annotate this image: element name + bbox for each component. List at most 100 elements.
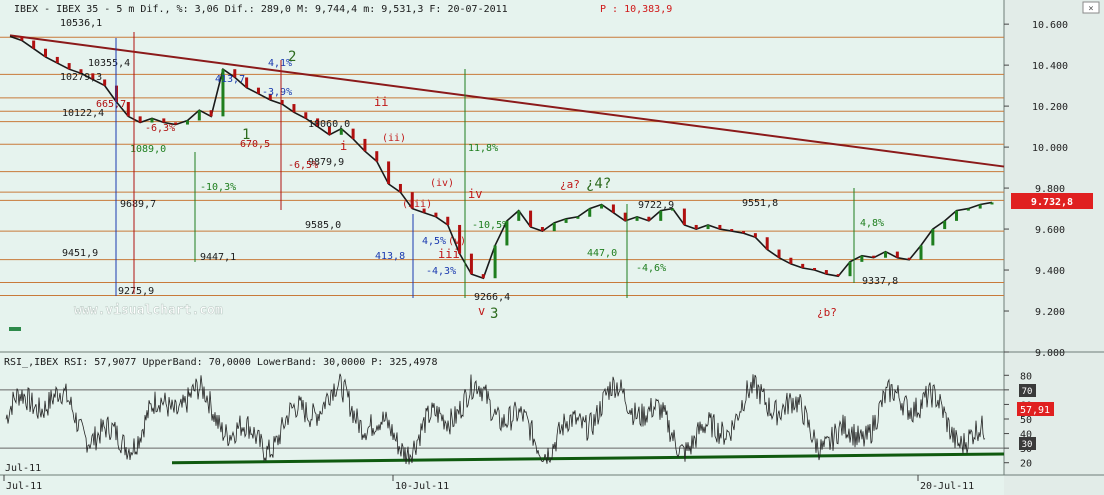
candle-body [209, 110, 213, 117]
candle-body [730, 229, 734, 232]
price-axis-label: 10.400 [1032, 61, 1068, 72]
candle-body [824, 270, 828, 275]
candle-body [813, 267, 817, 271]
candle-body [67, 63, 71, 70]
chart-root: IBEX - IBEX 35 - 5 m Dif., %: 3,06 Dif.:… [0, 0, 1104, 495]
candle-body [588, 208, 592, 217]
candle-body [611, 204, 615, 213]
candle-body [446, 216, 450, 225]
candle-body [907, 257, 911, 260]
candle-body [351, 128, 355, 139]
candle-body [245, 77, 249, 88]
candle-body [103, 79, 107, 86]
candle-body [623, 212, 627, 221]
chart-header-text: IBEX - IBEX 35 - 5 m Dif., %: 3,06 Dif.:… [14, 4, 508, 15]
percent-move-label: -10,5% [472, 220, 508, 231]
percent-move-label: -10,3% [200, 182, 236, 193]
candle-body [600, 204, 604, 209]
candle-body [43, 48, 47, 57]
rsi-time-label: Jul-11 [5, 463, 41, 474]
candle-body [659, 210, 663, 221]
price-axis-label: 9.400 [1035, 266, 1065, 277]
wave-label: iv [468, 187, 482, 201]
price-axis-label: 10.000 [1032, 143, 1068, 154]
percent-move-label: -6,3% [145, 123, 175, 134]
wave-label: ii [374, 95, 388, 109]
wave-label: ¿4? [586, 176, 611, 192]
candle-body [256, 87, 260, 94]
upper-band-label: 70 [1022, 387, 1033, 397]
candle-body [292, 104, 296, 113]
percent-move-label: -6,5% [288, 160, 318, 171]
wave-label: i [340, 139, 347, 153]
candle-body [375, 151, 379, 162]
wave-label: ¿b? [817, 306, 837, 319]
candle-body [884, 251, 888, 258]
rsi-header-text: RSI_,IBEX RSI: 57,9077 UpperBand: 70,000… [4, 357, 437, 368]
candle-body [990, 202, 994, 205]
candle-body [978, 204, 982, 209]
candle-body [966, 208, 970, 211]
candle-body [481, 274, 485, 279]
price-axis-label: 10.200 [1032, 102, 1068, 113]
candle-body [138, 116, 142, 123]
candle-body [682, 208, 686, 225]
candle-body [197, 110, 201, 121]
indicator-marker [9, 327, 21, 331]
candle-body [55, 56, 59, 64]
candle-body [150, 118, 154, 123]
candle-body [363, 138, 367, 152]
move-distance-label: 447,0 [587, 248, 617, 259]
candle-body [919, 245, 923, 260]
candle-body [801, 263, 805, 268]
candle-body [576, 216, 580, 219]
candle-body [635, 216, 639, 221]
candle-body [162, 118, 166, 123]
price-level-label: 10355,4 [88, 58, 130, 69]
candle-body [647, 216, 651, 221]
price-level-label: 10279,3 [60, 72, 102, 83]
percent-move-label: -3,9% [262, 87, 292, 98]
rsi-axis-label: 80 [1020, 371, 1032, 382]
price-axis-label: 9.600 [1035, 225, 1065, 236]
time-axis-label: 10-Jul-11 [395, 481, 449, 492]
candle-body [860, 255, 864, 262]
chart-header-price: P : 10,383,9 [600, 4, 672, 15]
percent-move-label: -4,3% [426, 266, 456, 277]
candle-body [872, 255, 876, 258]
candle-body [398, 183, 402, 193]
move-distance-label: 665,7 [96, 99, 126, 110]
wave-label: v [478, 304, 485, 318]
wave-label: (ii) [382, 133, 406, 144]
candle-body [836, 274, 840, 277]
time-axis-label: 20-Jul-11 [920, 481, 974, 492]
price-level-label: 10536,1 [60, 18, 102, 29]
lower-band-label: 30 [1022, 440, 1033, 450]
wave-label: (v) [448, 236, 466, 247]
rsi-axis-label: 50 [1020, 415, 1032, 426]
candle-body [126, 102, 130, 117]
candle-body [564, 218, 568, 223]
price-axis-label: 9.200 [1035, 307, 1065, 318]
price-level-label: 9266,4 [474, 292, 510, 303]
price-level-label: 10060,0 [308, 119, 350, 130]
price-axis-label: 10.600 [1032, 20, 1068, 31]
price-level-label: 9337,8 [862, 276, 898, 287]
percent-move-label: 4,8% [860, 218, 884, 229]
candle-body [789, 257, 793, 264]
candle-body [706, 224, 710, 230]
wave-label: iii [438, 247, 460, 261]
rsi-axis-label: 20 [1020, 459, 1032, 470]
wave-label: (iv) [430, 178, 454, 189]
close-icon[interactable]: × [1088, 4, 1093, 14]
wave-label: 2 [288, 49, 296, 65]
candle-body [777, 249, 781, 258]
move-distance-label: 1089,0 [130, 144, 166, 155]
candle-body [529, 210, 533, 228]
price-axis-label: 9.000 [1035, 348, 1065, 359]
candle-body [955, 210, 959, 221]
price-level-label: 9447,1 [200, 252, 236, 263]
candle-body [540, 227, 544, 232]
price-level-label: 9551,8 [742, 198, 778, 209]
last-price-label: 9.732,8 [1031, 197, 1073, 208]
